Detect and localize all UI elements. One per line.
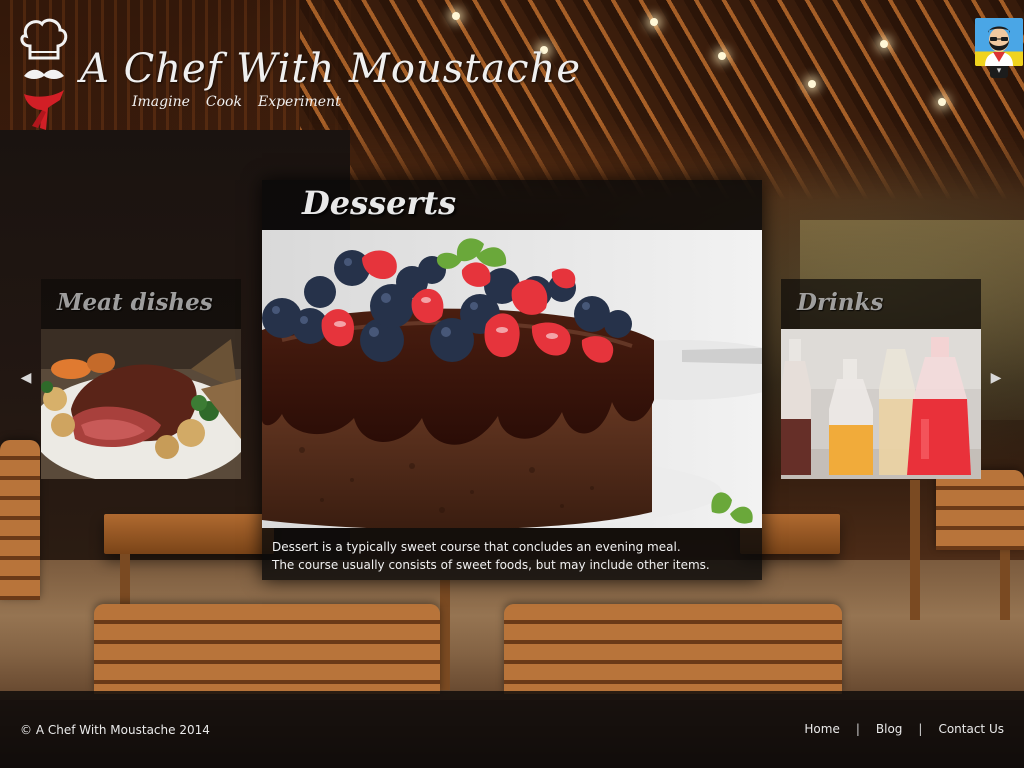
carousel-next-button[interactable]: ▶ (986, 368, 1006, 388)
description-line: Dessert is a typically sweet course that… (272, 540, 681, 554)
copyright-text: © A Chef With Moustache 2014 (20, 723, 210, 737)
triangle-right-icon: ▶ (990, 370, 1002, 386)
drink-bottles-image (781, 329, 981, 479)
carousel-card-drinks[interactable]: Drinks (781, 279, 981, 479)
footer-link-blog[interactable]: Blog (876, 722, 903, 736)
carousel-card-meat-dishes[interactable]: Meat dishes (41, 279, 241, 479)
card-description: Dessert is a typically sweet course that… (272, 538, 752, 574)
footer-link-home[interactable]: Home (804, 722, 839, 736)
footer-nav: Home | Blog | Contact Us (804, 722, 1004, 736)
card-title: Meat dishes (57, 289, 213, 316)
carousel-prev-button[interactable]: ◀ (16, 368, 36, 388)
carousel-card-desserts[interactable]: Desserts Dessert is a typically sweet co… (262, 180, 762, 580)
drinks-photo (781, 329, 981, 479)
description-line: The course usually consists of sweet foo… (272, 558, 710, 572)
triangle-left-icon: ◀ (20, 370, 32, 386)
chocolate-cake-image (262, 230, 762, 528)
dish-carousel: ◀ Meat dishes Desserts Dessert is a typi… (0, 0, 1024, 768)
footer-link-contact-us[interactable]: Contact Us (938, 722, 1004, 736)
meat-dish-photo (41, 329, 241, 479)
card-title: Drinks (797, 289, 884, 316)
dessert-photo (262, 230, 762, 528)
site-footer: © A Chef With Moustache 2014 Home | Blog… (0, 691, 1024, 768)
nav-separator: | (918, 722, 923, 736)
card-title: Desserts (302, 184, 457, 222)
roast-beef-image (41, 329, 241, 479)
nav-separator: | (855, 722, 860, 736)
